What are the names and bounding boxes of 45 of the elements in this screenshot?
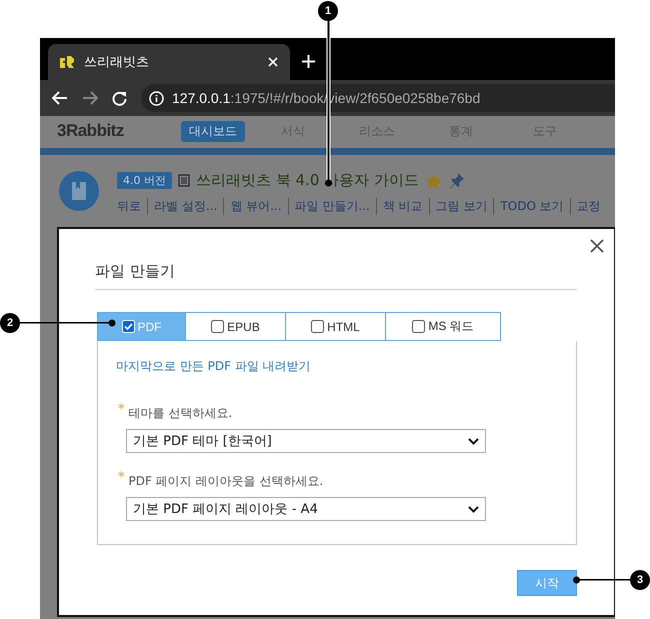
checkbox[interactable] [311, 320, 324, 333]
format-tab[interactable]: PDF [97, 312, 186, 341]
reload-icon[interactable] [112, 90, 127, 106]
download-link[interactable]: 마지막으로 만든 PDF 파일 내려받기 [116, 359, 311, 373]
action-link[interactable]: 웹 뷰어... [223, 198, 288, 215]
format-tab[interactable]: EPUB [186, 312, 286, 341]
plus-icon[interactable] [302, 54, 315, 68]
tab-title: 쓰리래빗츠 [84, 54, 150, 71]
action-link[interactable]: 책 비교 [376, 198, 429, 215]
logo[interactable]: 3Rabbitz [57, 121, 181, 141]
field-label: PDF 페이지 레이아웃을 선택하세요. [128, 473, 324, 490]
required-asterisk: * [118, 470, 124, 487]
browser-tab[interactable]: 쓰리래빗츠 [48, 44, 290, 80]
required-asterisk: * [118, 402, 124, 419]
close-icon[interactable] [590, 239, 604, 253]
rabbit-logo-icon [60, 56, 74, 68]
select-field[interactable]: 기본 PDF 페이지 레이아웃 - A4 [126, 497, 486, 521]
chevron-down-icon [468, 506, 479, 512]
back-arrow-icon[interactable] [52, 91, 68, 105]
star-icon[interactable] [424, 172, 442, 188]
action-link[interactable]: 라벨 설정... [147, 198, 224, 215]
leader-line [573, 576, 631, 584]
callout-number: 1 [318, 1, 338, 21]
book-icon [72, 182, 86, 200]
start-button[interactable]: 시작 [517, 570, 577, 596]
select-field[interactable]: 기본 PDF 테마 [한국어] [126, 429, 486, 453]
format-tab[interactable]: MS 워드 [386, 312, 501, 341]
checkbox[interactable] [211, 320, 224, 333]
info-icon [149, 90, 164, 106]
forward-arrow-icon[interactable] [82, 91, 98, 105]
version-badge: 4.0 버전 [117, 172, 172, 189]
action-link[interactable]: 그림 보기 [428, 198, 494, 215]
document-icon [178, 174, 190, 187]
nav-item[interactable]: 대시보드 [181, 120, 245, 142]
callout-number: 3 [630, 570, 650, 590]
action-link[interactable]: 교정 [570, 198, 607, 215]
format-tab[interactable]: HTML [286, 312, 386, 341]
action-link[interactable]: TODO 보기 [493, 198, 570, 215]
callout-number: 2 [0, 313, 20, 333]
field-label: 테마를 선택하세요. [128, 405, 232, 422]
action-link[interactable]: 파일 만들기... [288, 198, 376, 215]
checkbox[interactable] [412, 320, 426, 333]
action-link[interactable]: 뒤로 [117, 198, 147, 215]
dialog-title: 파일 만들기 [95, 262, 577, 290]
chevron-down-icon [468, 438, 479, 444]
